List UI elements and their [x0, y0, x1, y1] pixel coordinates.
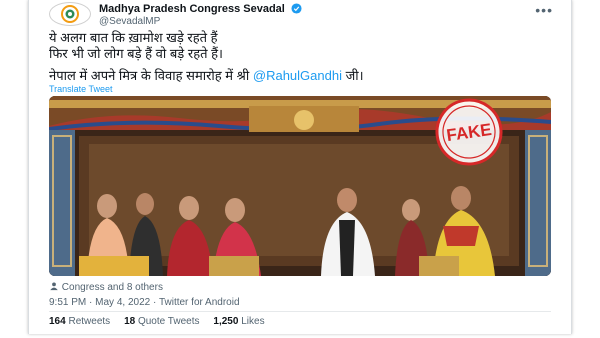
likes-stat[interactable]: 1,250 Likes — [213, 316, 264, 327]
meta-separator: · — [152, 297, 157, 308]
mention-link[interactable]: @RahulGandhi — [253, 68, 342, 83]
person-tag-icon — [50, 282, 58, 291]
translate-tweet-link[interactable]: Translate Tweet — [49, 84, 113, 94]
tweet-text-line-3-prefix: नेपाल में अपने मित्र के विवाह समारोह में… — [49, 68, 250, 83]
tweet-stats: 164 Retweets 18 Quote Tweets 1,250 Likes — [49, 316, 265, 327]
tweet-meta: 9:51 PM · May 4, 2022 · Twitter for Andr… — [49, 297, 240, 308]
quote-tweets-stat[interactable]: 18 Quote Tweets — [124, 316, 199, 327]
tweet-source[interactable]: Twitter for Android — [159, 297, 240, 308]
retweets-count: 164 — [49, 316, 66, 327]
retweets-stat[interactable]: 164 Retweets — [49, 316, 110, 327]
tagged-label[interactable]: Congress and 8 others — [62, 282, 163, 293]
likes-count: 1,250 — [213, 316, 239, 327]
party-logo-icon — [61, 5, 79, 23]
tweet-date[interactable]: May 4, 2022 — [95, 297, 150, 308]
tweet-text-line-2: फिर भी जो लोग बड़े हैं वो बड़े रहते हैं। — [49, 46, 223, 61]
quotes-count: 18 — [124, 316, 136, 327]
tweet-card: Madhya Pradesh Congress Sevadal @Sevadal… — [28, 0, 572, 334]
tweet-time[interactable]: 9:51 PM — [49, 297, 86, 308]
avatar[interactable] — [49, 2, 91, 26]
photo-illustration: FAKE — [49, 96, 551, 276]
account-name-row[interactable]: Madhya Pradesh Congress Sevadal — [99, 3, 302, 15]
tweet-photo[interactable]: FAKE — [49, 96, 551, 276]
tweet-text-line-3-suffix: जी। — [345, 68, 364, 83]
account-name[interactable]: Madhya Pradesh Congress Sevadal — [99, 3, 285, 15]
retweets-label: Retweets — [68, 316, 111, 327]
meta-separator: · — [89, 297, 93, 308]
account-handle[interactable]: @SevadalMP — [99, 16, 160, 27]
more-icon[interactable]: ••• — [535, 2, 553, 18]
verified-badge-icon — [291, 3, 302, 14]
quotes-label: Quote Tweets — [137, 316, 200, 327]
divider — [49, 311, 551, 312]
tweet-text-line-3: नेपाल में अपने मित्र के विवाह समारोह में… — [49, 66, 364, 84]
likes-label: Likes — [241, 316, 265, 327]
tagged-people[interactable]: Congress and 8 others — [49, 281, 163, 293]
